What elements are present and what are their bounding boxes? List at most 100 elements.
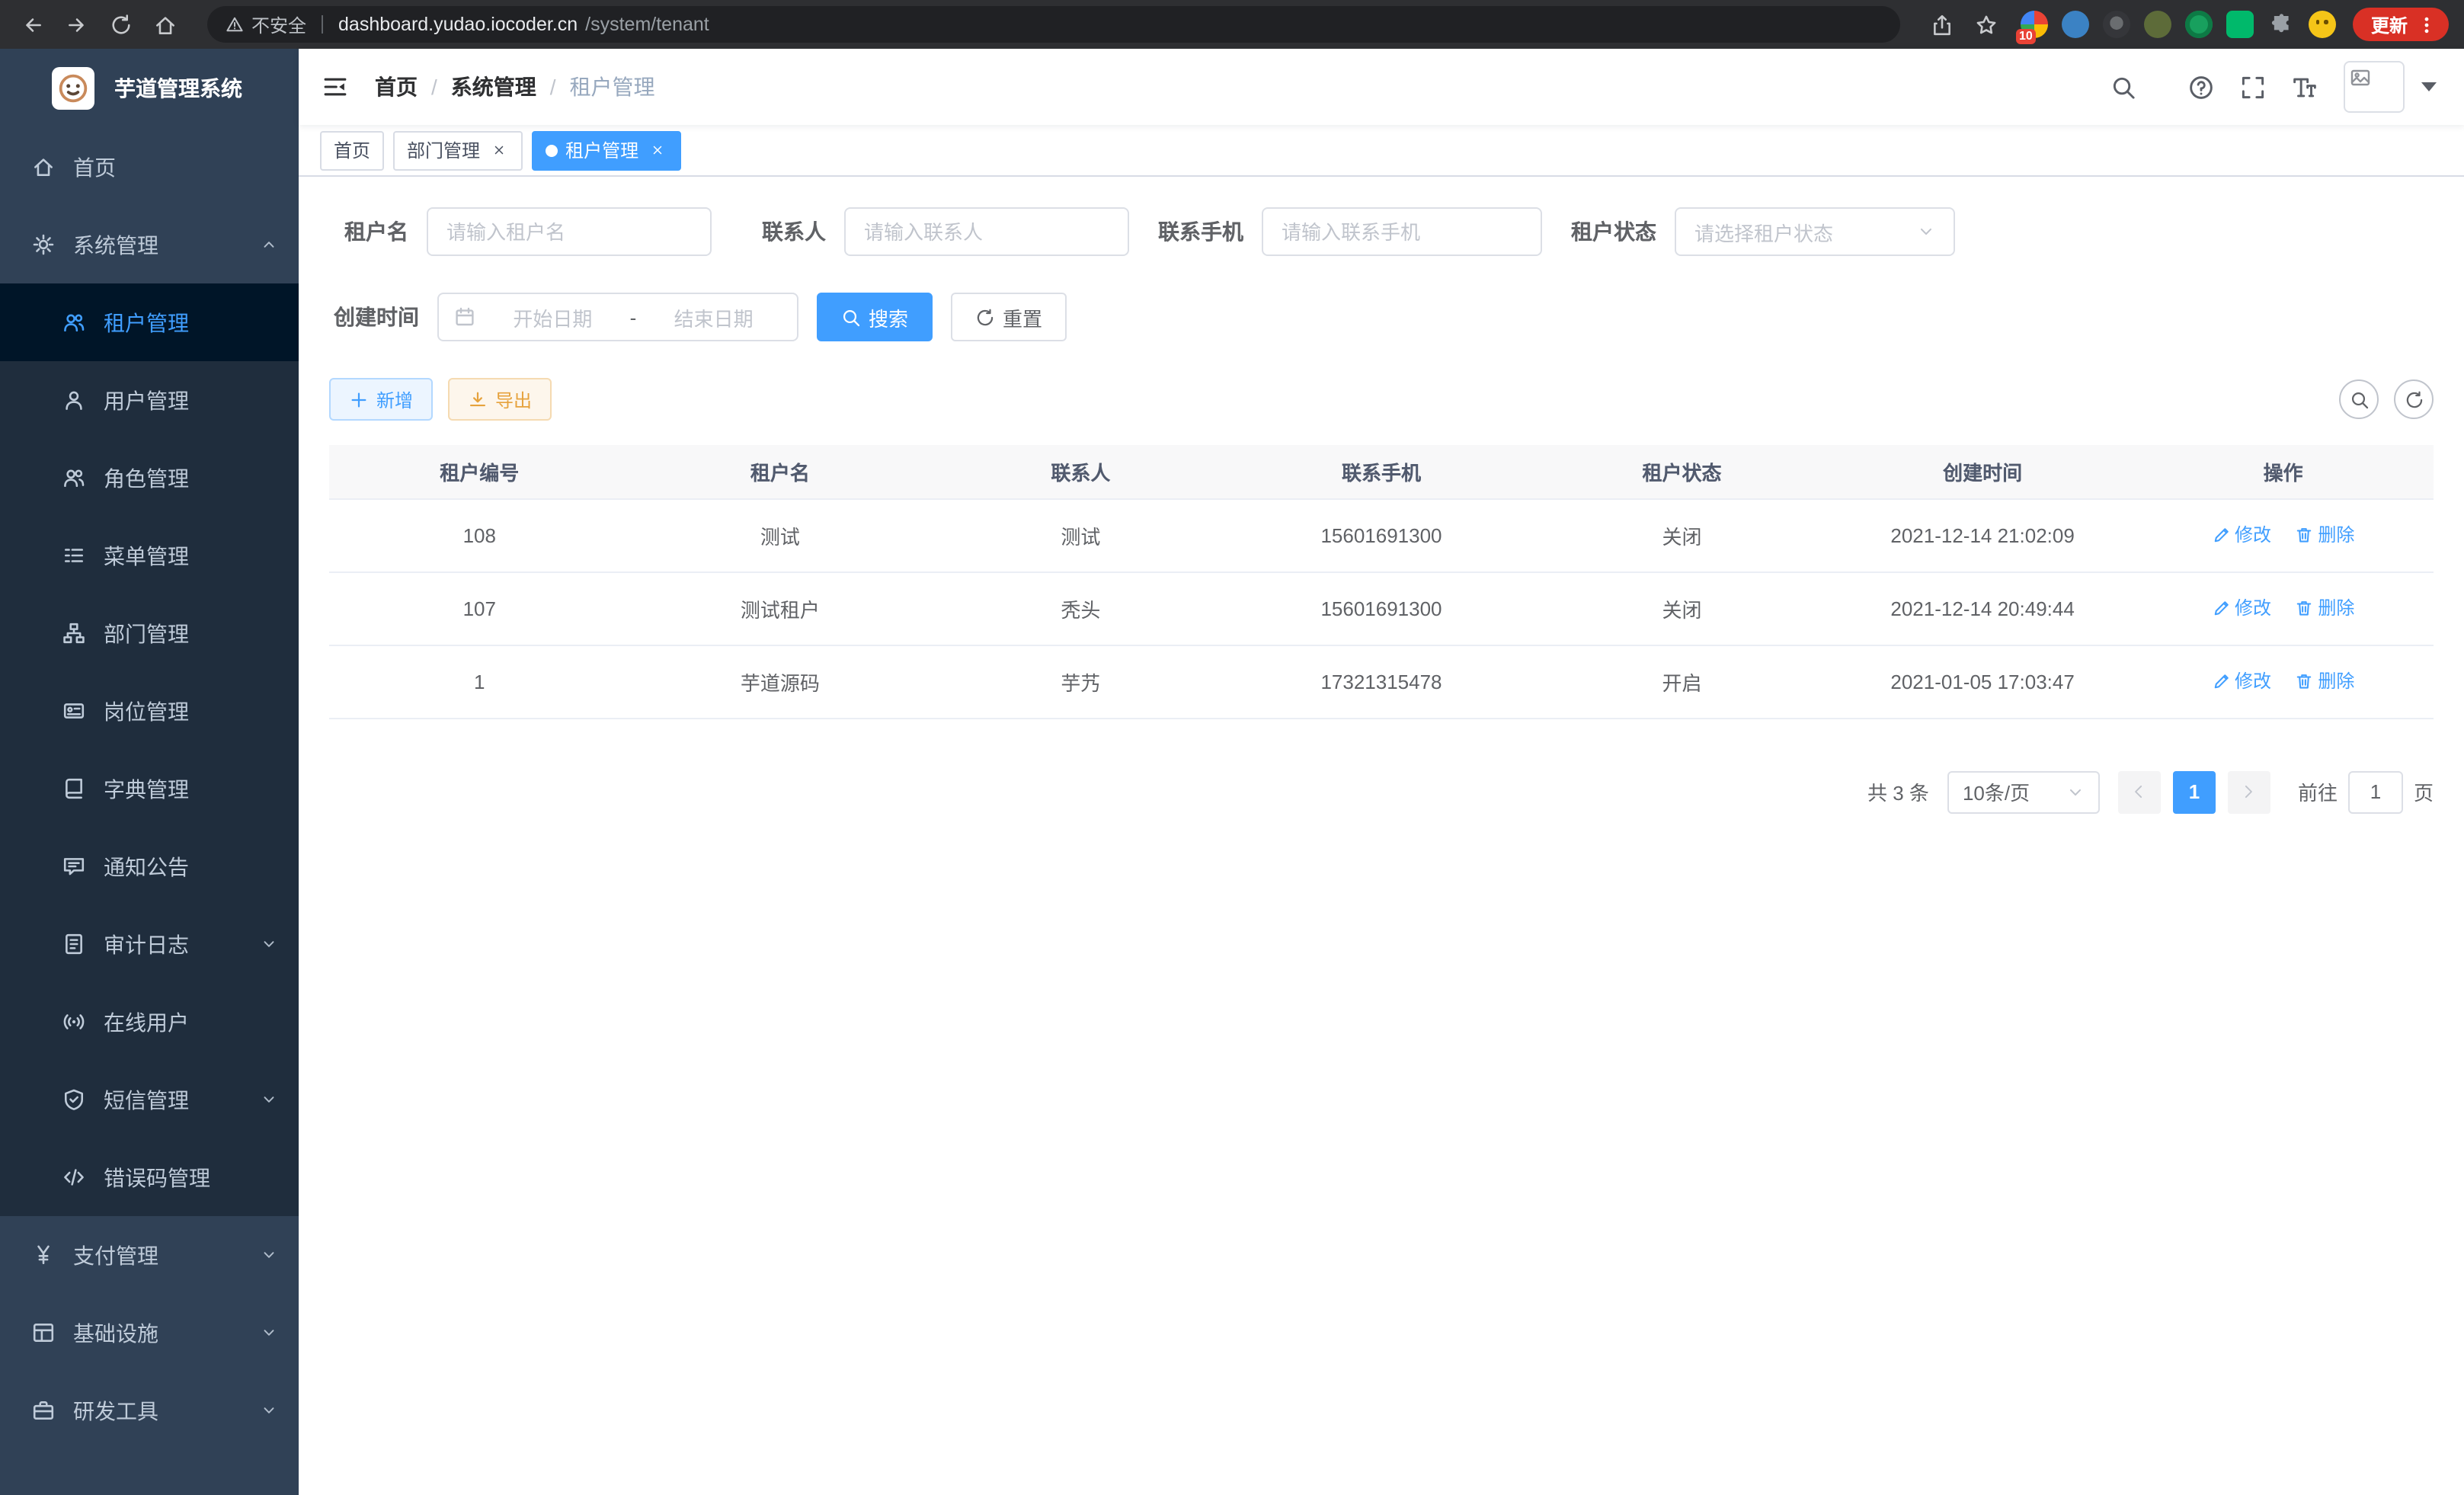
- menu-item-label: 通知公告: [104, 851, 189, 882]
- menu-item-icon: [61, 389, 85, 411]
- cell-tenant-id: 108: [329, 498, 630, 571]
- menu-item-icon: [61, 466, 85, 489]
- bookmark-star-icon[interactable]: [1970, 8, 2004, 41]
- sidebar-item[interactable]: 支付管理: [0, 1216, 299, 1294]
- sidebar-item[interactable]: 研发工具: [0, 1372, 299, 1449]
- browser-menu-icon[interactable]: [2417, 14, 2437, 34]
- sidebar-item[interactable]: 在线用户: [0, 983, 299, 1061]
- edit-button[interactable]: 修改: [2212, 668, 2271, 694]
- sidebar-item[interactable]: 系统管理: [0, 206, 299, 283]
- extension-icon-green-square[interactable]: [2226, 11, 2254, 38]
- sidebar-item[interactable]: 字典管理: [0, 750, 299, 828]
- sidebar-item[interactable]: 首页: [0, 128, 299, 206]
- menu-item-icon: [61, 311, 85, 334]
- phone-input[interactable]: [1262, 207, 1542, 256]
- edit-button[interactable]: 修改: [2212, 595, 2271, 621]
- sidebar-item[interactable]: 租户管理: [0, 283, 299, 361]
- delete-button[interactable]: 删除: [2295, 522, 2354, 548]
- tab-label: 租户管理: [565, 137, 638, 163]
- contact-input[interactable]: [844, 207, 1129, 256]
- tab[interactable]: 部门管理: [393, 130, 523, 170]
- delete-label: 删除: [2318, 668, 2354, 694]
- font-size-icon[interactable]: [2292, 74, 2318, 100]
- sidebar-item[interactable]: 审计日志: [0, 905, 299, 983]
- tab-close-icon[interactable]: [488, 139, 509, 161]
- menu-item-label: 部门管理: [104, 618, 189, 648]
- status-select[interactable]: 请选择租户状态: [1675, 207, 1955, 256]
- refresh-table-button[interactable]: [2394, 379, 2434, 419]
- extension-icon-green[interactable]: [2185, 11, 2213, 38]
- sidebar-item[interactable]: 通知公告: [0, 828, 299, 905]
- help-icon[interactable]: [2188, 74, 2214, 100]
- delete-button[interactable]: 删除: [2295, 668, 2354, 694]
- tab-close-icon[interactable]: [646, 139, 667, 161]
- browser-toolbar: 不安全 dashboard.yudao.iocoder.cn/system/te…: [0, 0, 2464, 49]
- app-logo[interactable]: 芋道管理系统: [0, 49, 299, 128]
- edit-label: 修改: [2235, 522, 2271, 548]
- next-page-button[interactable]: [2228, 770, 2270, 813]
- sidebar-item[interactable]: 菜单管理: [0, 517, 299, 594]
- caret-down-icon[interactable]: [2421, 82, 2437, 91]
- toggle-search-button[interactable]: [2339, 379, 2379, 419]
- page-number-1[interactable]: 1: [2173, 770, 2216, 813]
- sidebar-item[interactable]: 短信管理: [0, 1061, 299, 1138]
- reset-button[interactable]: 重置: [951, 293, 1067, 341]
- add-button[interactable]: 新增: [329, 378, 433, 421]
- tab[interactable]: 租户管理: [532, 130, 681, 170]
- edit-button[interactable]: 修改: [2212, 522, 2271, 548]
- create-time-range-picker[interactable]: 开始日期 - 结束日期: [437, 293, 798, 341]
- menu-item-icon: [30, 1244, 55, 1266]
- delete-label: 删除: [2318, 522, 2354, 548]
- sidebar-item[interactable]: 用户管理: [0, 361, 299, 439]
- menu-item-label: 字典管理: [104, 773, 189, 804]
- menu-item-label: 用户管理: [104, 385, 189, 415]
- extension-icon-olive[interactable]: [2144, 11, 2171, 38]
- export-button-label: 导出: [495, 386, 532, 412]
- goto-page-input[interactable]: [2348, 770, 2403, 813]
- extension-icon-dark[interactable]: [2103, 11, 2130, 38]
- search-button[interactable]: 搜索: [817, 293, 933, 341]
- extensions-puzzle-icon[interactable]: [2267, 11, 2295, 38]
- sidebar-item[interactable]: 部门管理: [0, 594, 299, 672]
- breadcrumb: 首页 / 系统管理 / 租户管理: [375, 72, 655, 102]
- fullscreen-icon[interactable]: [2240, 74, 2266, 100]
- sidebar-toggle-button[interactable]: [299, 73, 372, 101]
- sidebar-item[interactable]: 角色管理: [0, 439, 299, 517]
- goto-label: 前往: [2298, 777, 2338, 806]
- tenant-name-input[interactable]: [427, 207, 712, 256]
- share-icon[interactable]: [1926, 8, 1960, 41]
- sidebar-item[interactable]: 基础设施: [0, 1294, 299, 1372]
- menu-chevron-icon: [261, 1091, 277, 1108]
- extension-icon-yellow-face[interactable]: [2309, 11, 2336, 38]
- search-icon: [841, 307, 861, 327]
- breadcrumb-system[interactable]: 系统管理: [451, 72, 536, 102]
- breadcrumb-current: 租户管理: [570, 72, 655, 102]
- url-domain: dashboard.yudao.iocoder.cn: [338, 14, 578, 35]
- extension-icon-multicolor[interactable]: 10: [2021, 11, 2048, 38]
- top-navbar: 首页 / 系统管理 / 租户管理: [299, 49, 2464, 125]
- export-button[interactable]: 导出: [448, 378, 552, 421]
- browser-back-button[interactable]: [15, 8, 49, 41]
- page-size-select[interactable]: 10条/页: [1947, 770, 2100, 813]
- browser-forward-button[interactable]: [59, 8, 93, 41]
- browser-reload-button[interactable]: [104, 8, 137, 41]
- tab[interactable]: 首页: [320, 130, 384, 170]
- breadcrumb-home[interactable]: 首页: [375, 72, 418, 102]
- sidebar-item[interactable]: 错误码管理: [0, 1138, 299, 1216]
- sidebar-item[interactable]: 岗位管理: [0, 672, 299, 750]
- address-bar[interactable]: 不安全 dashboard.yudao.iocoder.cn/system/te…: [207, 6, 1900, 43]
- prev-page-button[interactable]: [2118, 770, 2161, 813]
- browser-home-button[interactable]: [148, 8, 181, 41]
- pagination-total: 共 3 条: [1867, 777, 1929, 806]
- search-icon[interactable]: [2110, 74, 2136, 100]
- cell-tenant-name: 芋道源码: [630, 645, 931, 718]
- browser-update-button[interactable]: 更新: [2353, 8, 2449, 41]
- cell-status: 关闭: [1531, 498, 1832, 571]
- avatar[interactable]: [2344, 61, 2405, 113]
- extension-icon-blue[interactable]: [2062, 11, 2089, 38]
- trash-icon: [2295, 526, 2313, 544]
- reset-button-label: 重置: [1003, 303, 1042, 331]
- menu-item-icon: [61, 933, 85, 956]
- tab-label: 首页: [334, 137, 370, 163]
- delete-button[interactable]: 删除: [2295, 595, 2354, 621]
